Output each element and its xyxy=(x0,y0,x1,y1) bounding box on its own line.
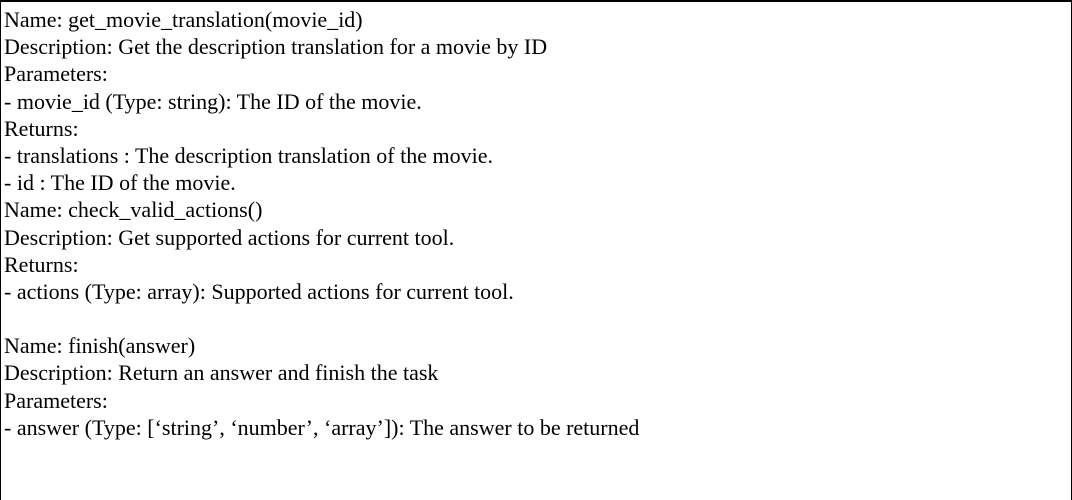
parameter-line: - answer (Type: [‘string’, ‘number’, ‘ar… xyxy=(4,414,640,440)
return-line: - translations : The description transla… xyxy=(4,142,493,168)
tool-description-line: Description: Return an answer and finish… xyxy=(4,360,439,386)
return-line: - actions (Type: array): Supported actio… xyxy=(4,278,514,304)
tool-name-line: Name: finish(answer) xyxy=(4,333,196,359)
blank-spacer-line xyxy=(4,305,1071,332)
returns-heading: Returns: xyxy=(4,251,79,277)
tool-description-line: Description: Get the description transla… xyxy=(4,34,548,60)
return-line: - id : The ID of the movie. xyxy=(4,170,236,196)
tool-spec-box: Name: get_movie_translation(movie_id) De… xyxy=(0,0,1072,500)
parameters-heading: Parameters: xyxy=(4,387,108,413)
tool-name-line: Name: get_movie_translation(movie_id) xyxy=(4,7,363,32)
returns-heading: Returns: xyxy=(4,115,79,141)
tool-name-line: Name: check_valid_actions() xyxy=(4,197,263,223)
parameter-line: - movie_id (Type: string): The ID of the… xyxy=(4,88,422,114)
parameters-heading: Parameters: xyxy=(4,61,108,87)
tool-description-line: Description: Get supported actions for c… xyxy=(4,224,455,250)
